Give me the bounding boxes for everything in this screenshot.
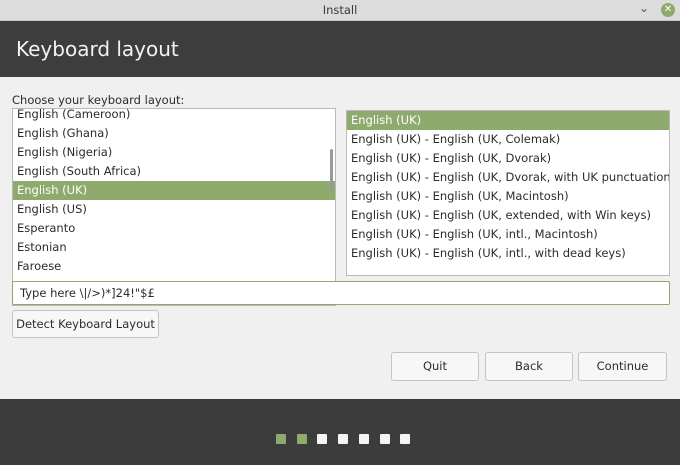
back-button[interactable]: Back	[485, 352, 573, 381]
progress-step-dot	[296, 434, 307, 444]
quit-button[interactable]: Quit	[391, 352, 479, 381]
minimize-icon[interactable]: ⌄	[637, 1, 651, 15]
page-header: Keyboard layout	[0, 21, 680, 77]
layout-item[interactable]: Estonian	[13, 238, 335, 257]
main-content: Choose your keyboard layout: English (Ca…	[0, 77, 680, 399]
progress-step-dot	[338, 434, 349, 444]
variant-item[interactable]: English (UK) - English (UK, Dvorak)	[347, 149, 669, 168]
progress-step-dot	[317, 434, 328, 444]
progress-step-dot	[379, 434, 390, 444]
keyboard-test-input[interactable]: Type here \|/>)*]24!"$£	[12, 281, 670, 305]
variant-item[interactable]: English (UK) - English (UK, Dvorak, with…	[347, 168, 669, 187]
detect-keyboard-layout-button[interactable]: Detect Keyboard Layout	[12, 310, 159, 338]
layout-item[interactable]: English (US)	[13, 200, 335, 219]
variant-item[interactable]: English (UK) - English (UK, intl., with …	[347, 244, 669, 263]
progress-step-dot	[358, 434, 369, 444]
variant-item[interactable]: English (UK) - English (UK, extended, wi…	[347, 206, 669, 225]
progress-footer	[0, 399, 680, 465]
layout-item[interactable]: Esperanto	[13, 219, 335, 238]
progress-step-dot	[276, 434, 286, 444]
layout-item[interactable]: English (Nigeria)	[13, 143, 335, 162]
page-title: Keyboard layout	[16, 37, 179, 61]
layout-item[interactable]: English (Ghana)	[13, 124, 335, 143]
variant-item[interactable]: English (UK) - English (UK, Macintosh)	[347, 187, 669, 206]
window-title: Install	[322, 3, 358, 17]
continue-button[interactable]: Continue	[578, 352, 667, 381]
close-icon[interactable]: ✕	[661, 3, 675, 17]
progress-step-dot	[400, 434, 411, 444]
layout-item[interactable]: English (UK)	[13, 181, 335, 200]
layout-list-scrollbar[interactable]	[330, 149, 333, 191]
layout-prompt-label: Choose your keyboard layout:	[12, 93, 185, 107]
window-titlebar: Install ⌄ ✕	[0, 0, 680, 21]
keyboard-variant-list[interactable]: English (UK) English (UK) - English (UK, …	[346, 110, 670, 276]
layout-item[interactable]: Faroese	[13, 257, 335, 276]
variant-item[interactable]: English (UK) - English (UK, Colemak)	[347, 130, 669, 149]
layout-item[interactable]: English (Cameroon)	[13, 109, 335, 124]
variant-item[interactable]: English (UK) - English (UK, intl., Macin…	[347, 225, 669, 244]
variant-item[interactable]: English (UK)	[347, 111, 669, 130]
keyboard-layout-list[interactable]: English (Cameroon) English (Ghana) English…	[12, 108, 336, 306]
layout-item[interactable]: English (South Africa)	[13, 162, 335, 181]
